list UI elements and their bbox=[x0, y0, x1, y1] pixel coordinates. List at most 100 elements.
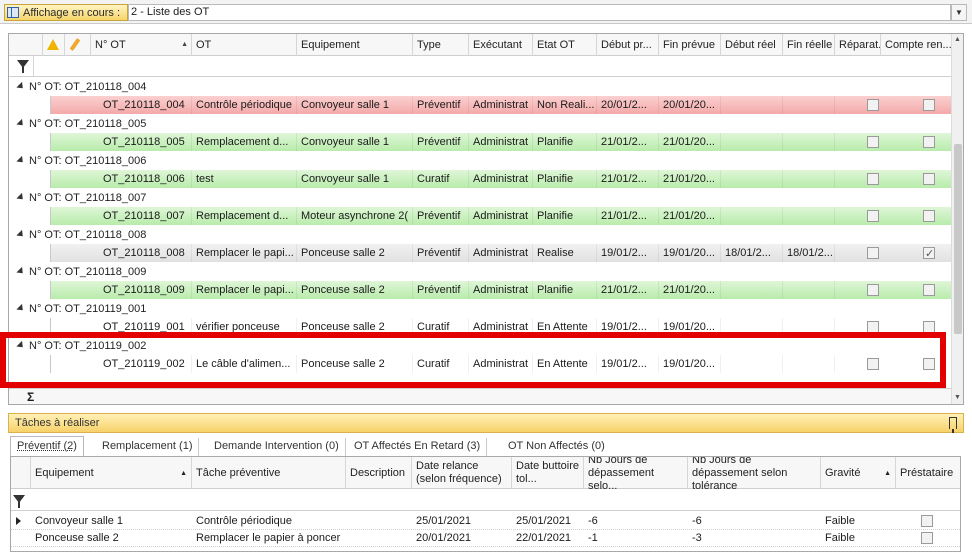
table-row[interactable]: OT_210118_004 Contrôle périodique Convoy… bbox=[25, 96, 953, 114]
col-equipement[interactable]: Equipement bbox=[297, 34, 413, 56]
reparation-checkbox[interactable] bbox=[867, 247, 879, 259]
compte-rendu-checkbox[interactable] bbox=[923, 173, 935, 185]
compte-rendu-checkbox[interactable] bbox=[923, 358, 935, 370]
tab-demande-intervention[interactable]: Demande Intervention (0) bbox=[208, 438, 346, 456]
vertical-scrollbar[interactable]: ▲ ▼ bbox=[951, 34, 963, 404]
table-row[interactable]: OT_210118_006 test Convoyeur salle 1 Cur… bbox=[25, 170, 953, 188]
col-date-butoire[interactable]: Date buttoire tol... bbox=[512, 457, 584, 489]
col-etat-ot[interactable]: Etat OT bbox=[533, 34, 597, 56]
cell-executant: Administrat bbox=[469, 355, 533, 373]
group-header[interactable]: N° OT: OT_210118_007 bbox=[9, 189, 953, 207]
reparation-checkbox[interactable] bbox=[867, 173, 879, 185]
table-row[interactable]: OT_210118_007 Remplacement d... Moteur a… bbox=[25, 207, 953, 225]
col-num-ot[interactable]: N° OT ▲ bbox=[91, 34, 192, 56]
col-nb-jours-2[interactable]: Nb Jours de dépassement selon tolérance bbox=[688, 457, 821, 489]
col-ot[interactable]: OT bbox=[192, 34, 297, 56]
view-select[interactable]: 2 - Liste des OT bbox=[128, 4, 951, 21]
collapse-icon[interactable] bbox=[16, 155, 26, 166]
col-compte-rendu[interactable]: Compte ren... bbox=[881, 34, 953, 56]
scroll-thumb[interactable] bbox=[954, 144, 962, 334]
collapse-icon[interactable] bbox=[16, 118, 26, 129]
warning-icon[interactable] bbox=[43, 34, 65, 56]
collapse-icon[interactable] bbox=[16, 229, 26, 240]
filter-row[interactable] bbox=[9, 56, 953, 77]
group-row: N° OT: OT_210118_004 OT_210118_004 Contr… bbox=[9, 78, 953, 115]
reparation-checkbox[interactable] bbox=[867, 358, 879, 370]
group-header[interactable]: N° OT: OT_210118_004 bbox=[9, 78, 953, 96]
compte-rendu-checkbox[interactable] bbox=[923, 321, 935, 333]
reparation-checkbox[interactable] bbox=[867, 99, 879, 111]
prestataire-checkbox[interactable] bbox=[921, 532, 933, 544]
col-nb-jours-1[interactable]: Nb Jours de dépassement selo... bbox=[584, 457, 688, 489]
tab-preventif[interactable]: Préventif (2) bbox=[10, 436, 84, 456]
reparation-checkbox[interactable] bbox=[867, 321, 879, 333]
col-fin-reelle[interactable]: Fin réelle bbox=[783, 34, 835, 56]
table-row[interactable]: Convoyeur salle 1 Contrôle périodique 25… bbox=[11, 513, 960, 530]
col-fin-prevue[interactable]: Fin prévue bbox=[659, 34, 721, 56]
compte-rendu-checkbox[interactable] bbox=[923, 245, 935, 263]
reparation-checkbox[interactable] bbox=[867, 136, 879, 148]
compte-rendu-checkbox[interactable] bbox=[923, 136, 935, 148]
cell-equipement: Convoyeur salle 1 bbox=[35, 515, 124, 527]
scroll-down-icon[interactable]: ▼ bbox=[952, 392, 963, 404]
collapse-icon[interactable] bbox=[16, 81, 26, 92]
sort-up-icon: ▲ bbox=[180, 469, 187, 477]
group-row: N° OT: OT_210118_007 OT_210118_007 Rempl… bbox=[9, 189, 953, 226]
col-equipement[interactable]: Equipement ▲ bbox=[31, 457, 192, 489]
col-tache[interactable]: Tâche préventive bbox=[192, 457, 346, 489]
col-date-relance[interactable]: Date relance (selon fréquence) bbox=[412, 457, 512, 489]
col-debut-reel[interactable]: Début réel bbox=[721, 34, 783, 56]
pencil-icon[interactable] bbox=[65, 34, 91, 56]
group-header[interactable]: N° OT: OT_210119_002 bbox=[9, 337, 953, 355]
collapse-icon[interactable] bbox=[16, 340, 26, 351]
filter-row[interactable] bbox=[11, 489, 960, 511]
reparation-checkbox[interactable] bbox=[867, 284, 879, 296]
tab-ot-non-affectes[interactable]: OT Non Affectés (0) bbox=[502, 438, 611, 456]
cell-nb-jours-1: -6 bbox=[588, 515, 598, 527]
col-gravite[interactable]: Gravité ▲ bbox=[821, 457, 896, 489]
cell-ot: Remplacement d... bbox=[192, 133, 297, 151]
group-header[interactable]: N° OT: OT_210118_005 bbox=[9, 115, 953, 133]
table-row[interactable]: OT_210118_009 Remplacer le papi... Ponce… bbox=[25, 281, 953, 299]
filter-icon[interactable] bbox=[13, 495, 25, 508]
prestataire-checkbox[interactable] bbox=[921, 515, 933, 527]
table-row[interactable]: Ponceuse salle 2 Remplacer le papier à p… bbox=[11, 530, 960, 547]
group-header[interactable]: N° OT: OT_210118_009 bbox=[9, 263, 953, 281]
sum-icon[interactable]: Σ bbox=[27, 389, 34, 404]
compte-rendu-checkbox[interactable] bbox=[923, 210, 935, 222]
col-prestataire[interactable]: Préstataire bbox=[896, 457, 960, 489]
sort-up-icon: ▲ bbox=[884, 469, 891, 477]
compte-rendu-checkbox[interactable] bbox=[923, 99, 935, 111]
cell-fin-reelle bbox=[783, 133, 835, 151]
chevron-down-icon[interactable]: ▼ bbox=[951, 4, 967, 21]
cell-gravite: Faible bbox=[825, 532, 855, 544]
table-row[interactable]: OT_210118_005 Remplacement d... Convoyeu… bbox=[25, 133, 953, 151]
cell-executant: Administrat bbox=[469, 96, 533, 114]
cell-num-ot: OT_210118_005 bbox=[91, 133, 192, 151]
pin-icon[interactable] bbox=[949, 417, 957, 433]
collapse-icon[interactable] bbox=[16, 192, 26, 203]
col-debut-prevu[interactable]: Début pr... bbox=[597, 34, 659, 56]
collapse-icon[interactable] bbox=[16, 266, 26, 277]
cell-debut-reel bbox=[721, 207, 783, 225]
table-row[interactable]: OT_210119_001 vérifier ponceuse Ponceuse… bbox=[25, 318, 953, 336]
cell-equipement: Ponceuse salle 2 bbox=[35, 532, 119, 544]
tab-remplacement[interactable]: Remplacement (1) bbox=[96, 438, 200, 456]
group-header[interactable]: N° OT: OT_210118_008 bbox=[9, 226, 953, 244]
scroll-up-icon[interactable]: ▲ bbox=[952, 34, 963, 46]
collapse-icon[interactable] bbox=[16, 303, 26, 314]
col-reparat[interactable]: Réparat... bbox=[835, 34, 881, 56]
view-selector-button[interactable]: Affichage en cours : bbox=[4, 4, 128, 21]
col-description[interactable]: Description bbox=[346, 457, 412, 489]
filter-icon[interactable] bbox=[17, 60, 29, 73]
col-type[interactable]: Type bbox=[413, 34, 469, 56]
cell-date-butoire: 25/01/2021 bbox=[516, 515, 572, 527]
compte-rendu-checkbox[interactable] bbox=[923, 284, 935, 296]
col-executant[interactable]: Exécutant bbox=[469, 34, 533, 56]
group-header[interactable]: N° OT: OT_210119_001 bbox=[9, 300, 953, 318]
reparation-checkbox[interactable] bbox=[867, 210, 879, 222]
table-row[interactable]: OT_210119_002 Le câble d'alimen... Ponce… bbox=[25, 355, 953, 373]
table-row[interactable]: OT_210118_008 Remplacer le papi... Ponce… bbox=[25, 244, 953, 263]
tab-ot-retard[interactable]: OT Affectés En Retard (3) bbox=[348, 438, 488, 456]
group-header[interactable]: N° OT: OT_210118_006 bbox=[9, 152, 953, 170]
